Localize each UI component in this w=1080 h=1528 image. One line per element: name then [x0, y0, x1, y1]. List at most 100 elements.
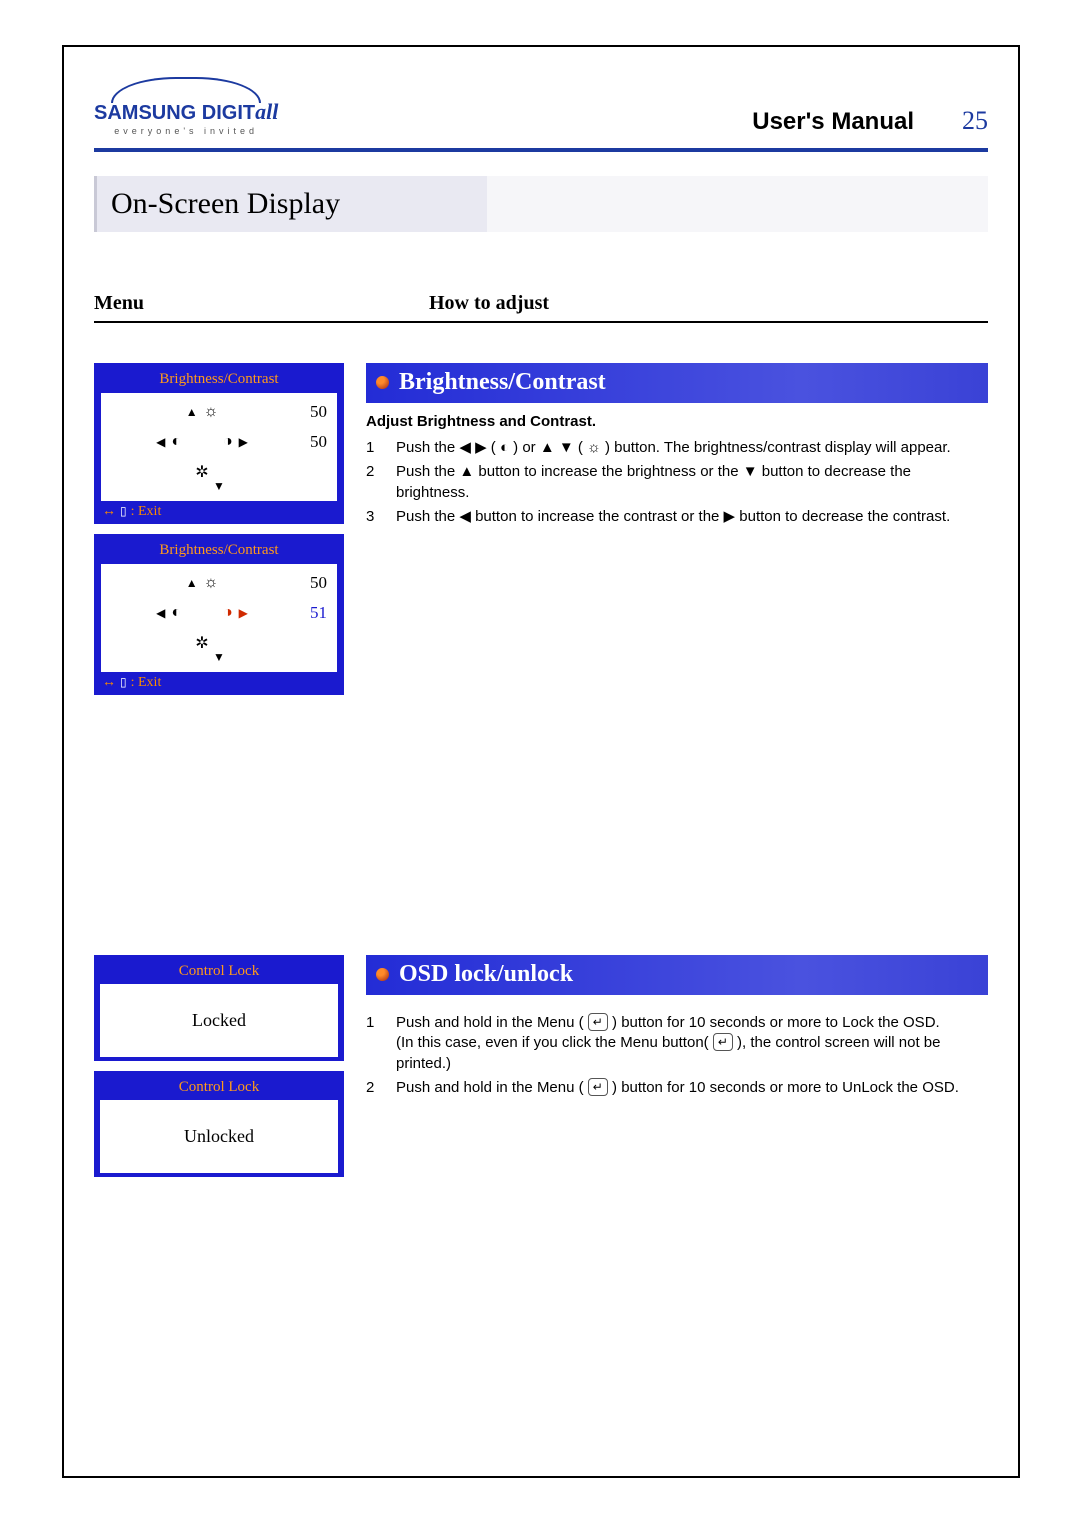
text: ) button for 10 seconds or more to Lock … [608, 1014, 940, 1031]
sun-icon: ☼ [204, 403, 219, 421]
col-header-menu: Menu [94, 292, 429, 315]
menu-button-icon: ↵ [588, 1078, 608, 1096]
column-headers-rule [94, 321, 988, 323]
contrast-icon-active: ◑ [223, 604, 233, 622]
osd-preview-bc-1: Brightness/Contrast ▲ ☼ 50 ◀ ◐ [94, 363, 344, 524]
step-num: 2 [366, 462, 382, 503]
text: ) button for 10 seconds or more to UnLoc… [608, 1079, 959, 1096]
step-3: 3 Push the ◀ button to increase the contr… [366, 507, 988, 527]
osd-title: Control Lock [100, 961, 338, 984]
osd-exit-hint: ↔ ▯ : Exit [100, 502, 338, 520]
exit-icon: ↔ [102, 504, 116, 519]
step-num: 1 [366, 438, 382, 458]
bullet-icon [376, 968, 389, 981]
text: Push and hold in the Menu ( [396, 1014, 588, 1031]
osd-body: ▲ ☼ 50 ◀ ◐ ◑ ▶ 51 [100, 563, 338, 673]
sun-icon: ☼ [204, 574, 219, 592]
right-icon-active: ▶ [239, 606, 248, 621]
down-icon: ▼ [213, 650, 225, 664]
bc-instructions: Brightness/Contrast Adjust Brightness an… [366, 363, 988, 705]
exit-label: : Exit [131, 504, 162, 519]
contrast-value: 51 [293, 603, 327, 623]
bc-osd-previews: Brightness/Contrast ▲ ☼ 50 ◀ ◐ [94, 363, 344, 705]
column-headers: Menu How to adjust [94, 292, 988, 315]
exit-square-icon: ▯ [120, 504, 127, 518]
brightness-icons: ▲ ☼ [111, 403, 293, 421]
exit-icon: ↔ [102, 675, 116, 690]
exit-square-icon: ▯ [120, 675, 127, 689]
section-brightness-contrast: Brightness/Contrast ▲ ☼ 50 ◀ ◐ [94, 363, 988, 705]
bc-subheading: Adjust Brightness and Contrast. [366, 413, 988, 430]
contrast-icon: ◐ [171, 433, 181, 451]
osd-row-contrast: ◀ ◐ ◑ ▶ 50 [111, 427, 327, 457]
osd-preview-locked: Control Lock Locked [94, 955, 344, 1061]
step-text: Push the ◀ button to increase the contra… [396, 507, 988, 527]
bc-steps: 1 Push the ◀ ▶ ( ◐ ) or ▲ ▼ ( ☼ ) button.… [366, 438, 988, 527]
lock-instructions: OSD lock/unlock 1 Push and hold in the M… [366, 955, 988, 1187]
title-band-right [487, 176, 988, 232]
brightness-value: 50 [293, 573, 327, 593]
exit-label: : Exit [131, 675, 162, 690]
heading-text: Brightness/Contrast [399, 369, 606, 396]
brand-italic: all [255, 99, 278, 124]
step-2: 2 Push the ▲ button to increase the brigh… [366, 462, 988, 503]
brightness-icons: ▲ ☼ [111, 574, 293, 592]
right-icon: ▶ [239, 435, 248, 450]
step-num: 3 [366, 507, 382, 527]
contrast-icons: ◀ ◐ ◑ ▶ [111, 433, 293, 451]
osd-exit-hint: ↔ ▯ : Exit [100, 673, 338, 691]
contrast-icon: ◑ [223, 433, 233, 451]
manual-label: User's Manual [752, 108, 914, 136]
lock-status: Locked [100, 984, 338, 1057]
step-num: 2 [366, 1078, 382, 1098]
osd-row-brightness: ▲ ☼ 50 [111, 568, 327, 598]
brightness-value: 50 [293, 402, 327, 422]
text: Push and hold in the Menu ( [396, 1079, 588, 1096]
left-icon: ◀ [156, 606, 165, 621]
title-band: On-Screen Display [94, 176, 988, 232]
section-osd-lock: Control Lock Locked Control Lock Unlocke… [94, 955, 988, 1187]
section-gap [64, 705, 1018, 915]
osd-preview-unlocked: Control Lock Unlocked [94, 1071, 344, 1177]
step-text: Push and hold in the Menu ( ↵ ) button f… [396, 1078, 988, 1098]
header-rule [94, 148, 988, 152]
contrast-icon: ◐ [171, 604, 181, 622]
up-icon: ▲ [186, 576, 198, 591]
text: (In this case, even if you click the Men… [396, 1034, 713, 1051]
title-band-left: On-Screen Display [94, 176, 487, 232]
osd-row-brightness: ▲ ☼ 50 [111, 397, 327, 427]
menu-button-icon: ↵ [713, 1033, 733, 1051]
bullet-icon [376, 376, 389, 389]
osd-title: Brightness/Contrast [100, 369, 338, 392]
lock-steps: 1 Push and hold in the Menu ( ↵ ) button… [366, 1013, 988, 1098]
step-2: 2 Push and hold in the Menu ( ↵ ) button… [366, 1078, 988, 1098]
lock-osd-previews: Control Lock Locked Control Lock Unlocke… [94, 955, 344, 1187]
contrast-value: 50 [293, 432, 327, 452]
osd-title: Brightness/Contrast [100, 540, 338, 563]
page-frame: SAMSUNG DIGITall everyone's invited User… [62, 45, 1020, 1478]
left-icon: ◀ [156, 435, 165, 450]
down-icons: ✲ [111, 633, 293, 653]
up-icon: ▲ [186, 405, 198, 420]
col-header-how: How to adjust [429, 292, 988, 315]
step-text: Push and hold in the Menu ( ↵ ) button f… [396, 1013, 988, 1074]
lock-status: Unlocked [100, 1100, 338, 1173]
menu-button-icon: ↵ [588, 1013, 608, 1031]
brand-tagline: everyone's invited [114, 126, 258, 136]
page-title: On-Screen Display [111, 187, 340, 221]
page-header: SAMSUNG DIGITall everyone's invited User… [64, 47, 1018, 144]
down-icon: ▼ [213, 479, 225, 493]
osd-title: Control Lock [100, 1077, 338, 1100]
header-right: User's Manual 25 [752, 106, 988, 136]
down-icons: ✲ [111, 462, 293, 482]
step-1: 1 Push the ◀ ▶ ( ◐ ) or ▲ ▼ ( ☼ ) button.… [366, 438, 988, 458]
step-num: 1 [366, 1013, 382, 1074]
step-text: Push the ▲ button to increase the bright… [396, 462, 988, 503]
brand-text: SAMSUNG DIGIT [94, 102, 255, 124]
section-heading-lock: OSD lock/unlock [366, 955, 988, 995]
step-text: Push the ◀ ▶ ( ◐ ) or ▲ ▼ ( ☼ ) button. … [396, 438, 988, 458]
brightness-alt-icon: ✲ [195, 462, 208, 482]
step-1: 1 Push and hold in the Menu ( ↵ ) button… [366, 1013, 988, 1074]
brightness-alt-icon: ✲ [195, 633, 208, 653]
brand-logo: SAMSUNG DIGITall everyone's invited [94, 77, 278, 136]
